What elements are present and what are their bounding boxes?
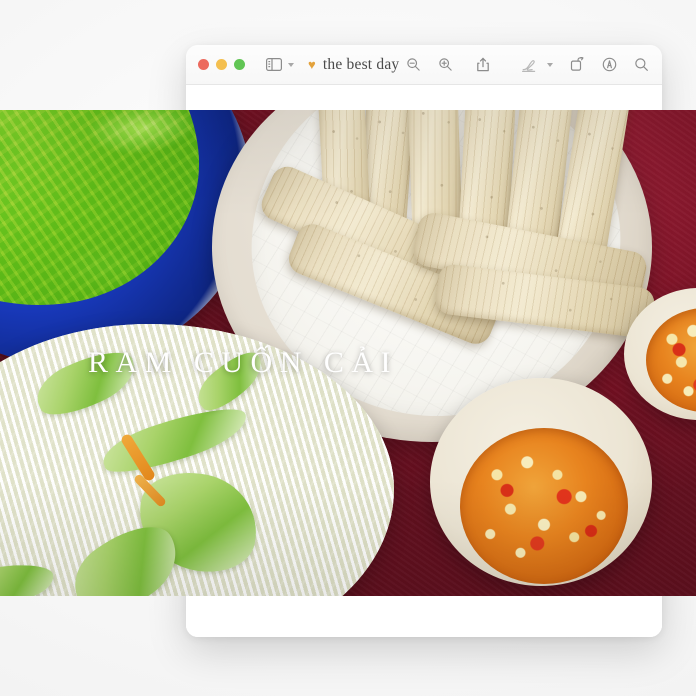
dipping-sauce — [646, 308, 696, 412]
minimize-button[interactable] — [216, 59, 227, 70]
heart-icon: ♥ — [308, 57, 316, 72]
cucumber-slice — [29, 340, 143, 426]
sidebar-icon[interactable] — [261, 53, 287, 77]
traffic-light-group — [198, 59, 245, 70]
cucumber-slice — [0, 559, 57, 596]
close-button[interactable] — [198, 59, 209, 70]
markup-chevron-down-icon[interactable] — [547, 62, 554, 67]
rotate-icon[interactable] — [563, 53, 591, 77]
food-photograph: RAM CUỐN CẢI — [0, 110, 696, 596]
content-footer — [186, 596, 662, 637]
magnifier-minus-icon[interactable] — [399, 53, 427, 77]
photo-viewport[interactable]: RAM CUỐN CẢI — [0, 110, 696, 596]
share-icon[interactable] — [469, 53, 497, 77]
chevron-down-icon[interactable] — [288, 62, 294, 67]
dipping-sauce — [460, 428, 628, 584]
toolbar — [399, 53, 655, 77]
window-content: RAM CUỐN CẢI — [0, 85, 696, 637]
lettuce-greens — [0, 110, 213, 323]
window-titlebar: ♥ the best day — [186, 45, 662, 85]
annotate-circle-icon[interactable] — [595, 53, 623, 77]
window-title: ♥ the best day — [308, 56, 399, 74]
search-icon[interactable] — [627, 53, 655, 77]
preview-window: ♥ the best day RAM CUỐN CẢI — [0, 45, 696, 637]
shredded-radish-salad — [0, 324, 394, 596]
cucumber-slice — [189, 343, 271, 419]
magnifier-plus-icon[interactable] — [431, 53, 459, 77]
pen-icon[interactable] — [515, 53, 543, 77]
window-title-text: the best day — [322, 55, 400, 73]
sidebar-toggle-group[interactable] — [261, 53, 294, 77]
zoom-button[interactable] — [234, 59, 245, 70]
